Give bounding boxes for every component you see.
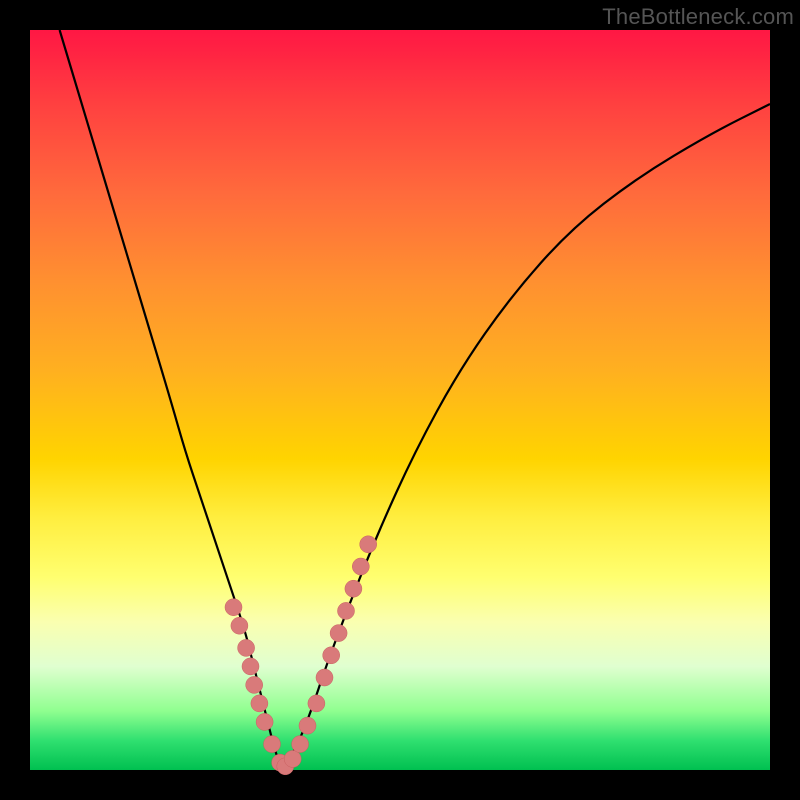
plot-area xyxy=(30,30,770,770)
dot xyxy=(256,713,273,730)
dot xyxy=(292,736,309,753)
dot xyxy=(345,580,362,597)
chart-stage: TheBottleneck.com xyxy=(0,0,800,800)
dot xyxy=(251,695,268,712)
dot xyxy=(338,602,355,619)
bottleneck-curve xyxy=(60,30,770,764)
dot xyxy=(352,558,369,575)
dot xyxy=(264,736,281,753)
dot xyxy=(308,695,325,712)
dot xyxy=(299,717,316,734)
watermark-text: TheBottleneck.com xyxy=(602,4,794,30)
dot xyxy=(238,639,255,656)
curve-svg xyxy=(30,30,770,770)
dot xyxy=(360,536,377,553)
dot xyxy=(323,647,340,664)
dot xyxy=(246,676,263,693)
highlight-dots xyxy=(225,536,377,775)
dot xyxy=(231,617,248,634)
dot xyxy=(316,669,333,686)
dot xyxy=(330,625,347,642)
dot xyxy=(225,599,242,616)
dot xyxy=(284,750,301,767)
dot xyxy=(242,658,259,675)
